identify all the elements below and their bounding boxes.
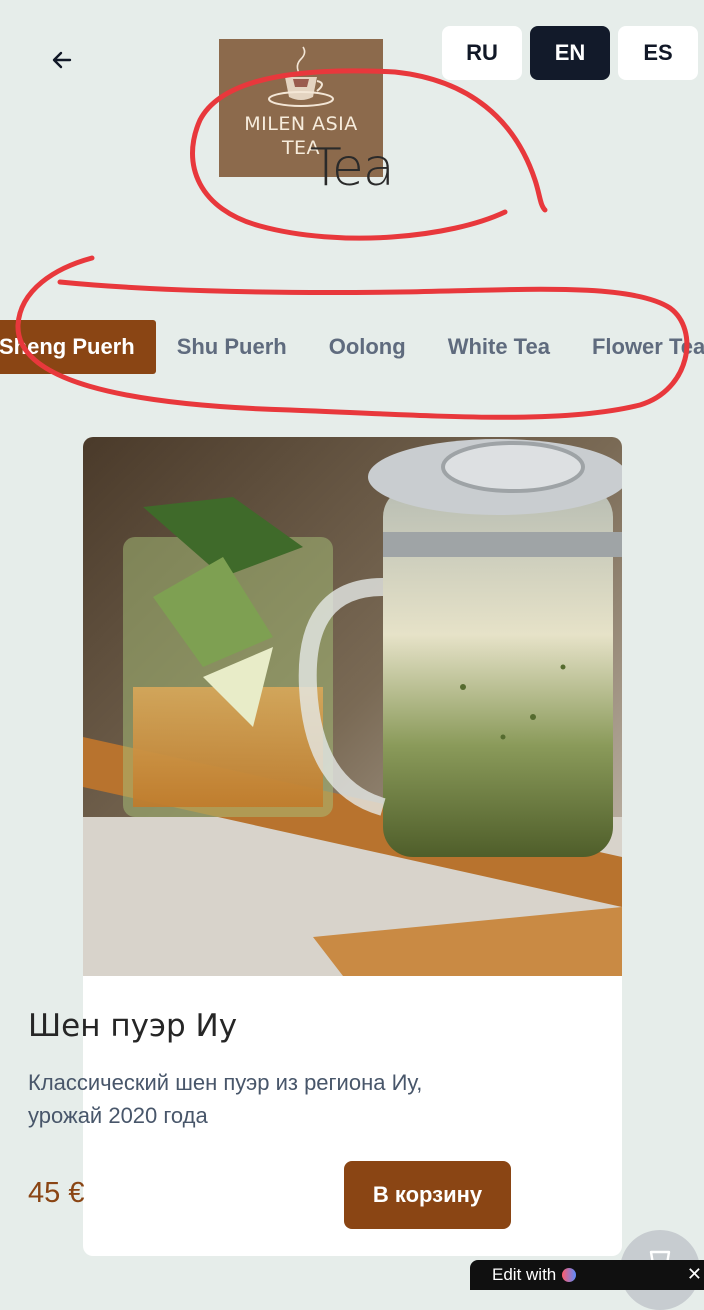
product-card xyxy=(83,437,622,1256)
tab-shu-puerh[interactable]: Shu Puerh xyxy=(156,320,308,374)
arrow-left-icon xyxy=(52,51,72,69)
logo-line-1: MILEN ASIA xyxy=(244,113,358,135)
product-price: 45 € xyxy=(28,1177,85,1209)
add-to-cart-button[interactable]: В корзину xyxy=(344,1161,511,1229)
tab-white-tea[interactable]: White Tea xyxy=(427,320,571,374)
lang-button-en[interactable]: EN xyxy=(530,26,610,80)
edit-badge-label: Edit with xyxy=(492,1265,557,1284)
close-icon[interactable]: ✕ xyxy=(687,1264,702,1285)
lang-button-ru[interactable]: RU xyxy=(442,26,522,80)
back-button[interactable] xyxy=(40,40,84,80)
tab-oolong[interactable]: Oolong xyxy=(308,320,427,374)
lang-button-es[interactable]: ES xyxy=(618,26,698,80)
tab-sheng-puerh[interactable]: Sheng Puerh xyxy=(0,320,156,374)
tab-flower-tea[interactable]: Flower Tea xyxy=(571,320,704,374)
product-description: Классический шен пуэр из региона Иу, уро… xyxy=(28,1070,423,1128)
page-title: Tea xyxy=(310,138,395,198)
product-title: Шен пуэр Иу xyxy=(28,1008,238,1044)
edit-with-badge[interactable]: Edit with ✕ xyxy=(470,1260,704,1290)
category-tabs: Sheng Puerh Shu Puerh Oolong White Tea F… xyxy=(0,320,704,374)
product-image xyxy=(83,437,622,976)
language-switcher: RU EN ES xyxy=(442,26,698,80)
